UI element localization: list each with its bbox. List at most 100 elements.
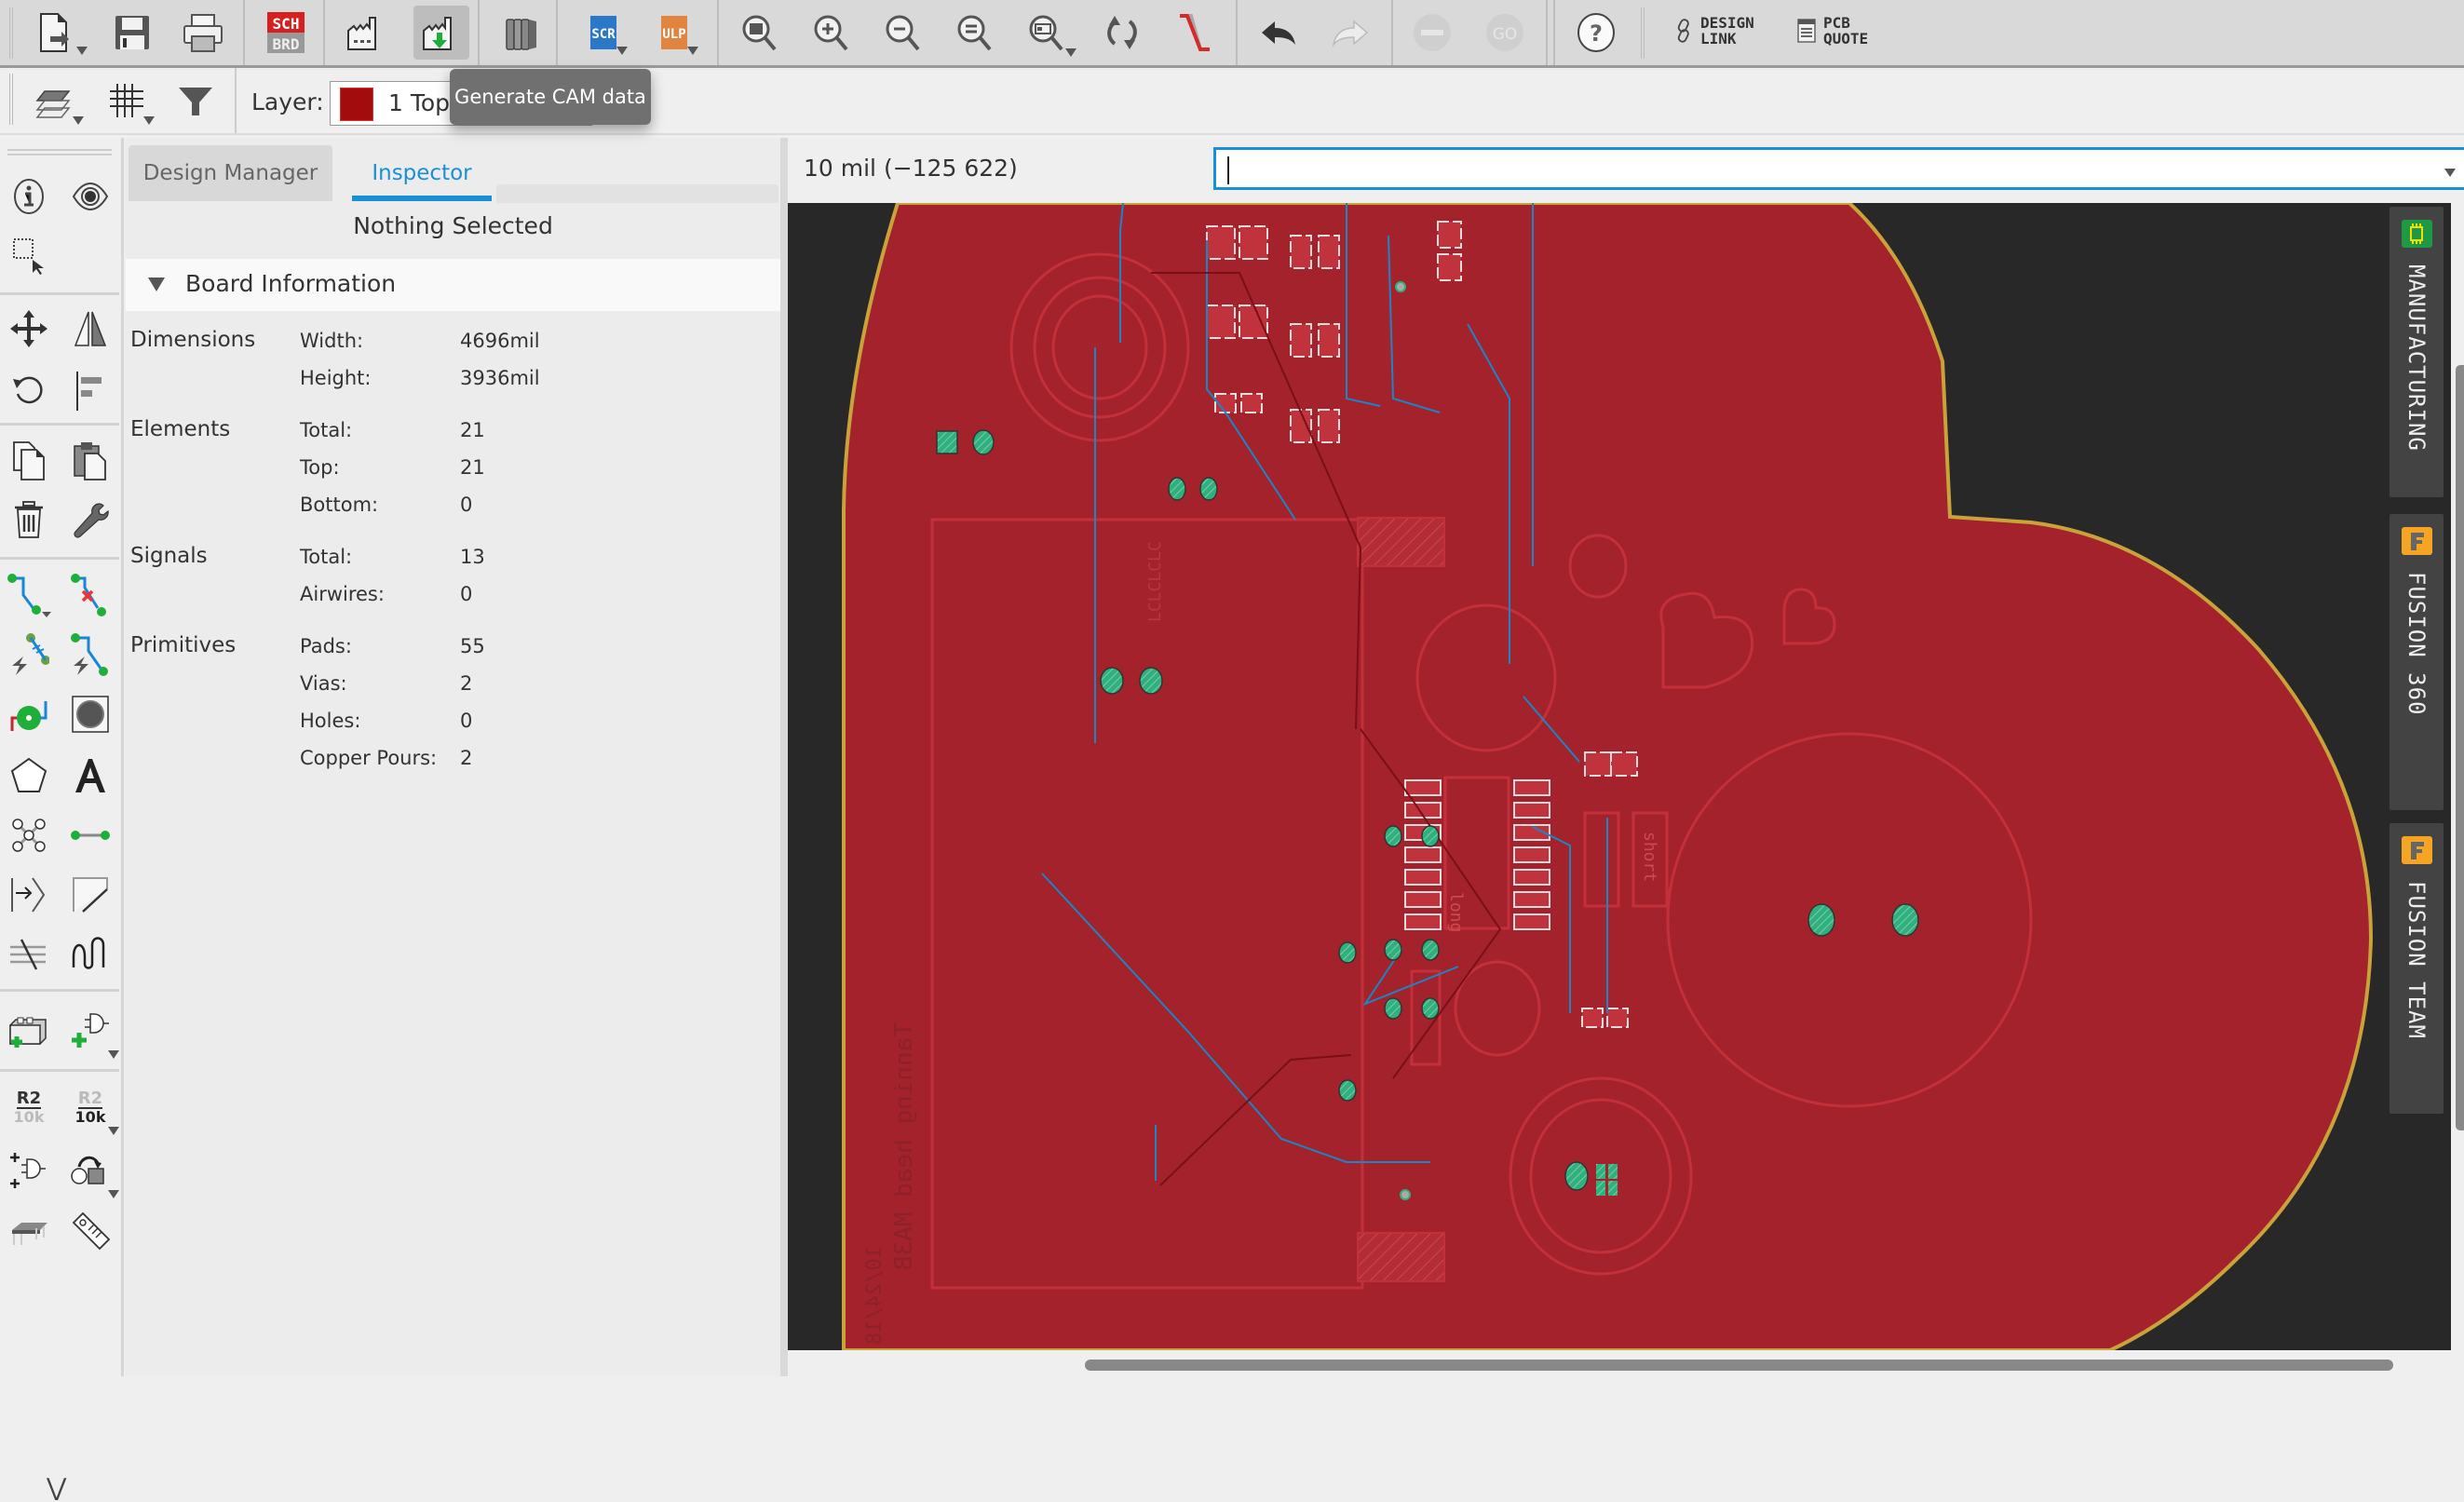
zoom-reset-button[interactable]	[947, 6, 1003, 60]
group-title: Dimensions	[130, 328, 256, 352]
hole-tool[interactable]	[67, 691, 114, 737]
add-part-tool[interactable]	[6, 1008, 52, 1054]
ratsnest-button[interactable]	[1167, 6, 1223, 60]
rotate-tool[interactable]	[6, 367, 52, 413]
toolbar-grip[interactable]	[1641, 7, 1645, 59]
generate-cam-data-button[interactable]	[413, 6, 469, 60]
undo-icon	[1262, 21, 1295, 45]
toolbar-grip[interactable]	[9, 7, 13, 59]
redo-button[interactable]	[1322, 6, 1378, 60]
run-script-button[interactable]: SCR	[575, 6, 631, 60]
property-key: Bottom:	[300, 494, 379, 516]
ripup-tool[interactable]	[67, 572, 114, 618]
info-icon	[14, 179, 44, 214]
zoom-to-fit-button[interactable]	[732, 6, 788, 60]
round-pad	[1564, 1161, 1589, 1191]
round-pad	[1421, 825, 1440, 847]
meander-tool[interactable]	[6, 872, 52, 918]
grid-button[interactable]	[99, 74, 155, 128]
add-gate-tool[interactable]	[67, 1008, 119, 1059]
toolbar-separator	[323, 0, 325, 65]
library-manager-button[interactable]	[494, 6, 549, 60]
chevron-down-icon	[616, 47, 628, 55]
gate-swap-icon	[10, 1153, 46, 1188]
info-tool[interactable]	[6, 173, 52, 220]
sch-brd-switch-button[interactable]: SCH BRD	[258, 6, 314, 60]
run-ulp-button[interactable]: ULP	[646, 6, 702, 60]
command-history-dropdown-icon[interactable]	[2444, 169, 2456, 177]
paste-tool[interactable]	[67, 438, 114, 484]
property-key: Pads:	[300, 635, 352, 657]
zoom-out-button[interactable]	[875, 6, 931, 60]
palette-grip[interactable]	[7, 149, 112, 156]
toolbar-grip[interactable]	[9, 74, 13, 125]
delete-tool[interactable]	[6, 497, 52, 544]
zoom-in-button[interactable]	[804, 6, 860, 60]
selection-filter-button[interactable]	[168, 74, 223, 128]
smd-pad	[1606, 1008, 1629, 1028]
zoom-select-button[interactable]	[1019, 6, 1076, 60]
copy-tool[interactable]	[6, 438, 52, 484]
document-list-icon	[1797, 19, 1816, 43]
route-tool[interactable]	[6, 572, 52, 618]
script-icon: SCR	[590, 16, 616, 49]
package-tool[interactable]	[6, 1207, 52, 1253]
change-tool[interactable]	[67, 497, 114, 544]
auto-route-trace-tool[interactable]	[67, 631, 114, 678]
tab-inspector[interactable]: Inspector	[352, 145, 492, 201]
design-link-button[interactable]: DESIGN LINK	[1674, 15, 1754, 47]
miter-tool[interactable]	[67, 872, 114, 918]
align-tool[interactable]	[67, 367, 114, 413]
pcb-board[interactable]: long short LCLCLCLC Tanning head MA3B 10…	[788, 203, 2464, 1350]
autorouter-tool[interactable]	[6, 631, 52, 678]
command-input[interactable]	[1213, 147, 2464, 190]
layer-settings-button[interactable]	[28, 74, 84, 128]
main-toolbar: SCH BRD SCR ULP GO ? DESIGN LINK PCB QUO…	[0, 0, 2464, 68]
new-file-button[interactable]	[28, 6, 88, 60]
help-button[interactable]: ?	[1568, 6, 1624, 60]
signal-tool[interactable]	[6, 812, 52, 859]
expand-palette-chevron-icon[interactable]: ⋁	[47, 1474, 66, 1502]
go-button[interactable]: GO	[1477, 6, 1533, 60]
undo-button[interactable]	[1251, 6, 1306, 60]
vertical-scrollbar-thumb[interactable]	[2456, 365, 2464, 1130]
show-tool[interactable]	[67, 173, 114, 220]
move-tool[interactable]	[6, 305, 52, 352]
swap-gate-tool[interactable]	[6, 1147, 52, 1194]
wire-tool[interactable]	[67, 812, 114, 859]
mirror-tool[interactable]	[67, 305, 114, 352]
fusion-icon	[2402, 836, 2432, 864]
round-pad	[1100, 667, 1124, 695]
value-tool[interactable]: R2 10k	[67, 1084, 119, 1135]
pcb-quote-button[interactable]: PCB QUOTE	[1797, 15, 1868, 47]
side-tab-manufacturing[interactable]: MANUFACTURING	[2390, 207, 2444, 497]
board-canvas[interactable]: long short LCLCLCLC Tanning head MA3B 10…	[788, 203, 2464, 1350]
property-value: 2	[460, 672, 473, 695]
tab-design-manager[interactable]: Design Manager	[129, 145, 332, 201]
split-tool[interactable]	[6, 931, 52, 978]
stop-button[interactable]	[1404, 6, 1460, 60]
cam-processor-button[interactable]	[338, 6, 394, 60]
replace-tool[interactable]	[67, 1147, 119, 1198]
text-tool[interactable]	[67, 752, 114, 799]
wrench-icon	[74, 503, 109, 538]
horizontal-scrollbar-thumb[interactable]	[1085, 1360, 2393, 1371]
name-tool[interactable]: R2 10k	[6, 1084, 52, 1130]
bottom-silkscreen-title: Tanning head MA3B	[890, 1022, 918, 1270]
via-tool[interactable]	[6, 691, 52, 737]
side-tab-fusion-360[interactable]: FUSION 360	[2390, 514, 2444, 810]
panel-splitter[interactable]	[780, 138, 788, 1376]
redraw-button[interactable]	[1094, 6, 1150, 60]
print-button[interactable]	[175, 6, 231, 60]
toolbar-separator	[717, 0, 719, 65]
save-button[interactable]	[104, 6, 160, 60]
group-select-tool[interactable]	[6, 233, 52, 279]
square-pad	[1596, 1164, 1605, 1179]
collapse-triangle-icon[interactable]	[148, 277, 165, 291]
attribute-tool[interactable]	[67, 1207, 114, 1253]
board-information-header[interactable]: Board Information	[126, 259, 780, 311]
polygon-tool[interactable]	[6, 752, 52, 799]
meander-icon	[72, 937, 105, 969]
side-tab-fusion-team[interactable]: FUSION TEAM	[2390, 823, 2444, 1114]
meander-length-tool[interactable]	[67, 931, 114, 978]
